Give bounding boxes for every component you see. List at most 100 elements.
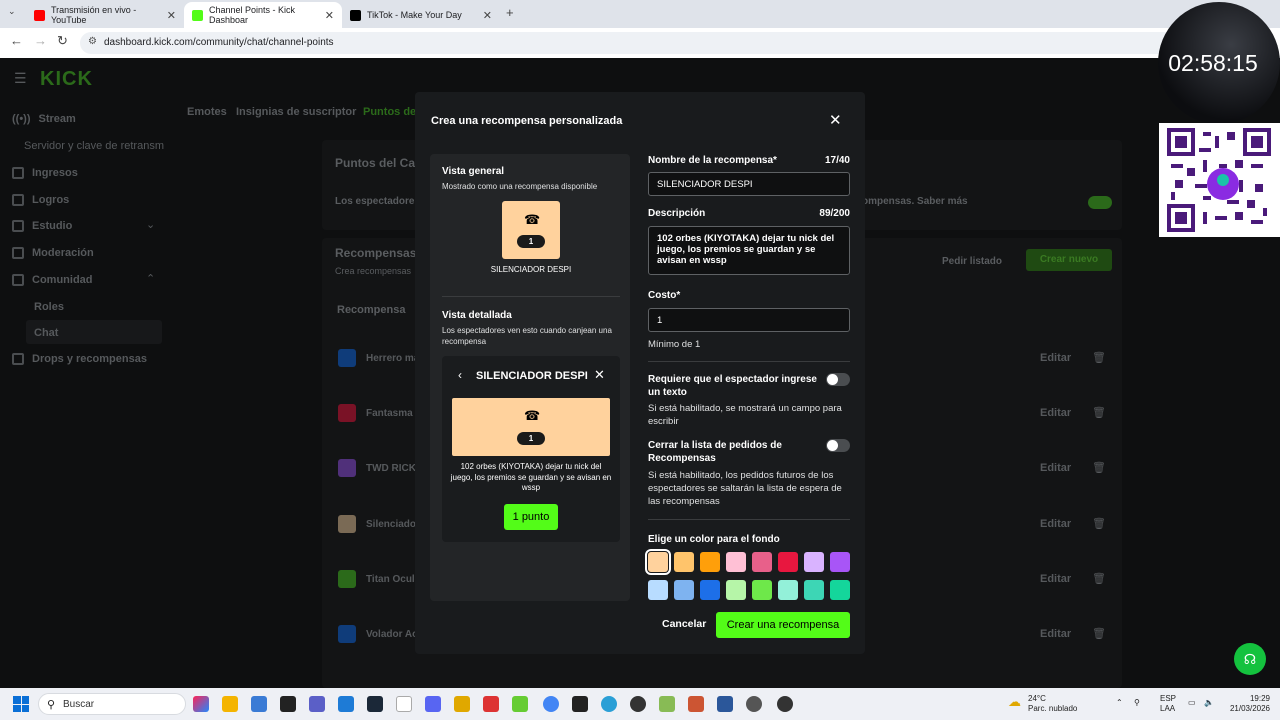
sidebar-item-moderation[interactable]: Moderación — [12, 247, 94, 259]
edit-button[interactable]: Editar — [1040, 462, 1071, 474]
reward-name-input[interactable]: SILENCIADOR DESPI — [648, 172, 850, 196]
sidebar-item-achievements[interactable]: Logros — [12, 194, 69, 206]
support-chat-button[interactable]: ☊ — [1234, 643, 1266, 675]
trash-icon[interactable]: 🗑 — [1092, 627, 1106, 640]
app-icon[interactable] — [512, 696, 528, 712]
trash-icon[interactable]: 🗑 — [1092, 517, 1106, 530]
close-list-toggle[interactable] — [826, 439, 850, 452]
new-tab-icon[interactable]: + — [506, 5, 514, 20]
file-explorer-icon[interactable] — [222, 696, 238, 712]
color-swatch[interactable] — [804, 580, 824, 600]
sidebar-item-community[interactable]: Comunidad — [12, 274, 93, 286]
app-icon[interactable] — [688, 696, 704, 712]
menu-icon[interactable]: ☰ — [14, 70, 27, 87]
capcut-icon[interactable] — [572, 696, 588, 712]
create-new-button[interactable]: Crear nuevo — [1026, 249, 1112, 271]
site-info-icon[interactable]: ⚙ — [88, 36, 97, 47]
app-icon[interactable] — [338, 696, 354, 712]
trash-icon[interactable]: 🗑 — [1092, 406, 1106, 419]
color-swatch[interactable] — [726, 552, 746, 572]
sidebar-item-drops[interactable]: Drops y recompensas — [12, 353, 147, 365]
close-tab-icon[interactable]: ✕ — [167, 9, 176, 22]
tab-emotes[interactable]: Emotes — [187, 106, 227, 118]
epic-games-icon[interactable] — [280, 696, 296, 712]
app-icon[interactable] — [454, 696, 470, 712]
color-swatch[interactable] — [752, 552, 772, 572]
app-icon[interactable] — [659, 696, 675, 712]
app-icon[interactable] — [483, 696, 499, 712]
steam-icon[interactable] — [367, 696, 383, 712]
sidebar-item-studio[interactable]: Estudio — [12, 220, 72, 232]
app-icon[interactable] — [746, 696, 762, 712]
language-indicator[interactable]: ESP LAA — [1160, 694, 1176, 714]
chevron-down-icon[interactable]: ⌄ — [146, 218, 155, 231]
tab-badges[interactable]: Insignias de suscriptor — [236, 106, 356, 118]
network-icon[interactable]: ⚲ — [1134, 698, 1140, 707]
color-swatch[interactable] — [700, 580, 720, 600]
trash-icon[interactable]: 🗑 — [1092, 572, 1106, 585]
color-swatch[interactable] — [778, 552, 798, 572]
edit-button[interactable]: Editar — [1040, 518, 1071, 530]
chevron-up-icon[interactable]: ⌃ — [1116, 698, 1123, 707]
media-player-icon[interactable] — [777, 696, 793, 712]
cost-input[interactable]: 1 — [648, 308, 850, 332]
color-swatch[interactable] — [700, 552, 720, 572]
close-tab-icon[interactable]: ✕ — [325, 9, 334, 22]
windows-start-icon[interactable] — [13, 696, 29, 712]
copilot-icon[interactable] — [193, 696, 209, 712]
tab-list-icon[interactable]: ⌄ — [8, 6, 16, 17]
weather-widget[interactable]: 24°C Parc. nublado — [1028, 694, 1077, 714]
points-toggle[interactable] — [1088, 196, 1112, 209]
color-swatch[interactable] — [778, 580, 798, 600]
word-icon[interactable] — [717, 696, 733, 712]
color-swatch[interactable] — [674, 580, 694, 600]
edit-button[interactable]: Editar — [1040, 628, 1071, 640]
sidebar-item-roles[interactable]: Roles — [34, 301, 64, 313]
forward-icon[interactable]: → — [34, 33, 47, 48]
tab-channel-points[interactable]: Puntos de — [363, 106, 416, 118]
sidebar-item-server-key[interactable]: Servidor y clave de retransm — [24, 140, 164, 152]
system-clock[interactable]: 19:29 21/03/2026 — [1226, 694, 1270, 714]
edit-button[interactable]: Editar — [1040, 407, 1071, 419]
discord-icon[interactable] — [425, 696, 441, 712]
store-icon[interactable] — [251, 696, 267, 712]
cancel-button[interactable]: Cancelar — [662, 618, 706, 630]
description-textarea[interactable]: 102 orbes (KIYOTAKA) dejar tu nick del j… — [648, 226, 850, 275]
close-tab-icon[interactable]: ✕ — [483, 9, 492, 22]
request-list-button[interactable]: Pedir listado — [942, 256, 1002, 267]
tab-kick[interactable]: Channel Points - Kick Dashboar ✕ — [184, 2, 342, 28]
reload-icon[interactable]: ↻ — [57, 33, 68, 49]
tab-youtube[interactable]: Transmisión en vivo - YouTube ✕ — [26, 2, 184, 28]
trash-icon[interactable]: 🗑 — [1092, 461, 1106, 474]
display-icon[interactable]: ▭ — [1188, 698, 1196, 707]
edit-button[interactable]: Editar — [1040, 352, 1071, 364]
teams-icon[interactable] — [309, 696, 325, 712]
taskbar-search[interactable]: ⚲ Buscar — [38, 693, 186, 715]
reward-card-preview: ☎ 1 — [502, 201, 560, 259]
color-swatch[interactable] — [752, 580, 772, 600]
color-swatch[interactable] — [726, 580, 746, 600]
color-swatch[interactable] — [648, 580, 668, 600]
tab-tiktok[interactable]: TikTok - Make Your Day ✕ — [342, 2, 500, 28]
weather-icon: ☁ — [1008, 694, 1021, 709]
color-swatch[interactable] — [830, 580, 850, 600]
edit-button[interactable]: Editar — [1040, 573, 1071, 585]
volume-icon[interactable]: 🔈 — [1204, 698, 1214, 707]
notepad-icon[interactable] — [396, 696, 412, 712]
sidebar-item-chat[interactable]: Chat — [34, 327, 58, 339]
require-text-toggle[interactable] — [826, 373, 850, 386]
edge-icon[interactable] — [601, 696, 617, 712]
back-icon[interactable]: ← — [10, 33, 23, 48]
color-swatch[interactable] — [645, 549, 671, 575]
color-swatch[interactable] — [674, 552, 694, 572]
color-swatch[interactable] — [804, 552, 824, 572]
sidebar-item-stream[interactable]: ((•)) Stream — [12, 113, 76, 125]
create-reward-button[interactable]: Crear una recompensa — [716, 612, 850, 638]
color-swatch[interactable] — [830, 552, 850, 572]
url-field[interactable]: ⚙ dashboard.kick.com/community/chat/chan… — [80, 32, 1250, 54]
trash-icon[interactable]: 🗑 — [1092, 351, 1106, 364]
sidebar-item-income[interactable]: Ingresos — [12, 167, 78, 179]
chevron-up-icon[interactable]: ⌃ — [146, 272, 155, 285]
chrome-icon[interactable] — [543, 696, 559, 712]
obs-icon[interactable] — [630, 696, 646, 712]
